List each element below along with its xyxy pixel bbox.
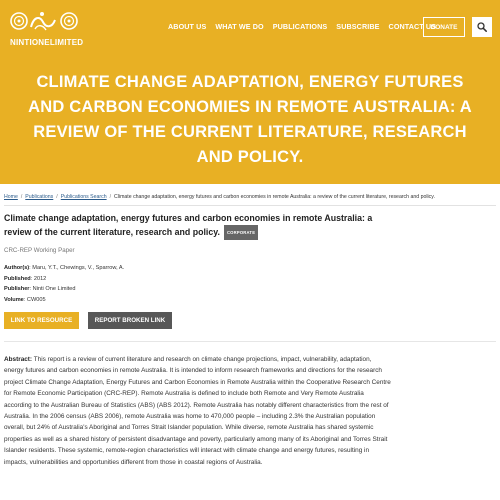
nav-publications[interactable]: PUBLICATIONS — [273, 22, 328, 31]
brand-name: NINTIONELIMITED — [10, 38, 84, 47]
breadcrumb-separator: / — [56, 194, 58, 200]
main-nav: ABOUT US WHAT WE DO PUBLICATIONS SUBSCRI… — [168, 22, 436, 31]
action-buttons: LINK TO RESOURCE REPORT BROKEN LINK — [4, 312, 496, 329]
breadcrumb: Home / Publications / Publications Search / Cl… — [4, 194, 496, 200]
meta-authors-label: Author(s) — [4, 265, 30, 271]
nav-what-we-do[interactable]: WHAT WE DO — [215, 22, 263, 31]
hero-banner: CLIMATE CHANGE ADAPTATION, ENERGY FUTURE… — [0, 56, 500, 184]
breadcrumb-publications-search[interactable]: Publications Search — [61, 194, 107, 200]
breadcrumb-separator: / — [109, 194, 112, 200]
nav-about-us[interactable]: ABOUT US — [168, 22, 206, 31]
publication-title-block: Climate change adaptation, energy future… — [4, 212, 374, 240]
meta-published-value: 2012 — [33, 275, 47, 282]
logo-emblem-icon — [10, 12, 78, 31]
brand-logo[interactable]: NINTIONELIMITED — [10, 8, 83, 48]
meta-published-label: Published — [4, 275, 31, 282]
meta-volume: Volume: CW005 — [4, 296, 46, 303]
abstract-divider — [4, 341, 496, 342]
donate-button[interactable]: DONATE — [423, 17, 465, 37]
publication-title: Climate change adaptation, energy future… — [4, 213, 373, 237]
meta-publisher: Publisher: Ninti One Limited — [4, 286, 76, 292]
category-badge: CORPORATE — [223, 225, 259, 240]
publication-detail: Climate change adaptation, energy future… — [4, 212, 496, 468]
report-broken-link-button[interactable]: REPORT BROKEN LINK — [88, 312, 172, 329]
abstract-label: Abstract: — [4, 356, 33, 363]
meta-volume-label: Volume — [4, 296, 24, 303]
meta-published: Published: 2012 — [4, 275, 47, 282]
search-icon — [477, 22, 487, 32]
meta-volume-value: CW005 — [26, 296, 46, 303]
link-to-resource-button[interactable]: LINK TO RESOURCE — [4, 312, 79, 329]
page-title: CLIMATE CHANGE ADAPTATION, ENERGY FUTURE… — [28, 73, 472, 166]
meta-publisher-value: Ninti One Limited — [32, 286, 76, 292]
abstract-text: This report is a review of current liter… — [4, 356, 391, 466]
publication-series: CRC-REP Working Paper — [4, 247, 75, 254]
breadcrumb-home[interactable]: Home — [4, 194, 18, 200]
meta-authors-value: Maru, Y.T., Chewings, V., Sparrow, A. — [32, 265, 125, 271]
meta-authors: Author(s): Maru, Y.T., Chewings, V., Spa… — [4, 265, 125, 271]
breadcrumb-current: Climate change adaptation, energy future… — [114, 194, 435, 200]
nav-subscribe[interactable]: SUBSCRIBE — [336, 22, 379, 31]
publication-meta: Author(s): Maru, Y.T., Chewings, V., Spa… — [4, 263, 496, 305]
breadcrumb-separator: / — [20, 194, 23, 200]
abstract: Abstract: This report is a review of cur… — [4, 354, 392, 468]
breadcrumb-publications[interactable]: Publications — [25, 194, 53, 200]
breadcrumb-divider — [4, 205, 496, 206]
top-header: NINTIONELIMITED ABOUT US WHAT WE DO PUBL… — [0, 0, 500, 56]
search-button[interactable] — [472, 17, 492, 37]
meta-publisher-label: Publisher — [4, 286, 30, 292]
